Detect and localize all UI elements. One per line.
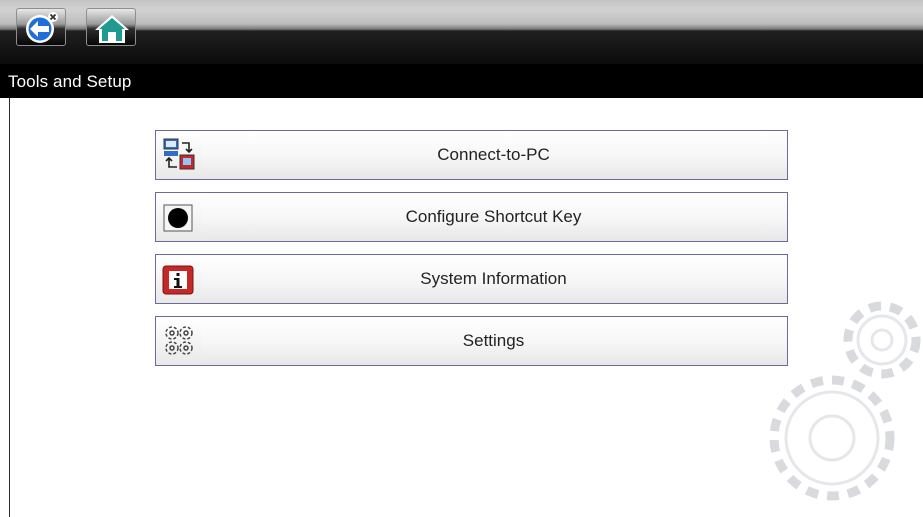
gears-watermark-icon [769,301,921,501]
configure-shortcut-key-label: Configure Shortcut Key [405,207,582,226]
settings-label: Settings [462,331,525,350]
settings-icon [165,326,193,355]
connect-to-pc-icon [163,138,195,170]
system-information-label: System Information [420,269,567,288]
info-icon [162,265,194,295]
page-title: Tools and Setup [8,72,132,91]
settings-button[interactable]: Settings [155,316,788,366]
connect-to-pc-button[interactable]: Connect-to-PC [155,130,788,180]
system-information-button[interactable]: System Information [155,254,788,304]
toolbar [0,0,923,64]
connect-to-pc-label: Connect-to-PC [437,145,550,164]
home-button[interactable] [86,8,136,46]
back-button[interactable] [16,8,66,46]
shortcut-key-icon [163,204,193,232]
configure-shortcut-key-button[interactable]: Configure Shortcut Key [155,192,788,242]
back-arrow-icon [26,12,58,43]
home-icon [95,15,129,43]
left-border [9,98,10,517]
title-bar: Tools and Setup [0,64,923,98]
